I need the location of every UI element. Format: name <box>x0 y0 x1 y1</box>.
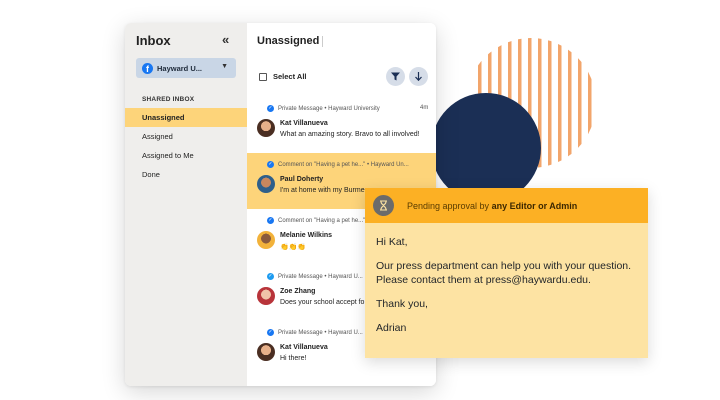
select-all-checkbox[interactable] <box>259 72 267 81</box>
message-item[interactable]: ✓ Private Message • Hayward University 4… <box>247 97 436 153</box>
message-sender: Zoe Zhang <box>280 288 316 295</box>
sidebar-item-assigned-to-me[interactable]: Assigned to Me <box>125 146 247 165</box>
avatar <box>257 287 275 305</box>
facebook-messenger-icon: ✓ <box>267 105 274 112</box>
reply-draft: Hi Kat, Our press department can help yo… <box>365 223 648 335</box>
avatar <box>257 119 275 137</box>
reply-greeting: Hi Kat, <box>376 236 408 248</box>
message-channel: Private Message • Hayward U... <box>278 273 363 280</box>
sort-button[interactable] <box>409 67 428 86</box>
sidebar: Inbox « f Hayward U... ▼ SHARED INBOX Un… <box>125 23 247 386</box>
hourglass-icon <box>373 195 394 216</box>
approval-status-prefix: Pending approval by <box>407 200 492 211</box>
arrow-down-icon <box>415 72 422 82</box>
page-title: Unassigned <box>257 35 320 47</box>
twitter-icon: ✓ <box>267 273 274 280</box>
message-meta: ✓ Comment on "Having a pet he..." • Hayw… <box>267 161 436 168</box>
reply-signature: Adrian <box>376 322 407 334</box>
message-channel: Comment on "Having a pet he..." • Haywar… <box>278 161 409 168</box>
navy-circle <box>431 93 541 203</box>
avatar <box>257 343 275 361</box>
message-preview: Does your school accept fo <box>280 299 365 306</box>
message-sender: Kat Villanueva <box>280 344 328 351</box>
facebook-icon: f <box>142 62 153 74</box>
select-all[interactable]: Select All <box>259 72 307 81</box>
chevron-down-icon: ▼ <box>221 63 228 70</box>
approval-card: Pending approval by any Editor or Admin … <box>365 188 648 358</box>
facebook-messenger-icon: ✓ <box>267 329 274 336</box>
message-time: 4m <box>420 105 429 111</box>
filter-icon <box>391 72 400 81</box>
title-divider <box>322 36 323 47</box>
select-all-label: Select All <box>273 72 307 81</box>
reply-closing: Thank you, <box>376 298 428 310</box>
message-channel: Private Message • Hayward U... <box>278 329 363 336</box>
sidebar-nav: Unassigned Assigned Assigned to Me Done <box>125 108 247 184</box>
message-preview: 👏👏👏 <box>280 244 307 251</box>
account-select[interactable]: f Hayward U... ▼ <box>136 58 236 78</box>
reply-body: Our press department can help you with y… <box>376 260 632 286</box>
sidebar-item-done[interactable]: Done <box>125 165 247 184</box>
collapse-sidebar-icon[interactable]: « <box>222 33 229 47</box>
filter-button[interactable] <box>386 67 405 86</box>
approval-status-roles: any Editor or Admin <box>491 200 578 211</box>
avatar <box>257 175 275 193</box>
sidebar-item-assigned[interactable]: Assigned <box>125 127 247 146</box>
section-label: SHARED INBOX <box>142 96 195 103</box>
message-sender: Melanie Wilkins <box>280 232 333 239</box>
message-preview: What an amazing story. Bravo to all invo… <box>280 131 420 138</box>
message-sender: Kat Villanueva <box>280 120 328 127</box>
facebook-messenger-icon: ✓ <box>267 161 274 168</box>
sidebar-item-unassigned[interactable]: Unassigned <box>125 108 247 127</box>
approval-status-text: Pending approval by any Editor or Admin <box>407 201 577 211</box>
message-meta: ✓ Private Message • Hayward University <box>267 105 436 112</box>
approval-header: Pending approval by any Editor or Admin <box>365 188 648 223</box>
account-label: Hayward U... <box>157 63 203 73</box>
facebook-messenger-icon: ✓ <box>267 217 274 224</box>
avatar <box>257 231 275 249</box>
message-preview: Hi there! <box>280 355 307 362</box>
message-channel: Private Message • Hayward University <box>278 105 380 112</box>
sidebar-title: Inbox <box>136 33 171 48</box>
message-preview: I'm at home with my Burme <box>280 187 365 194</box>
message-sender: Paul Doherty <box>280 176 324 183</box>
